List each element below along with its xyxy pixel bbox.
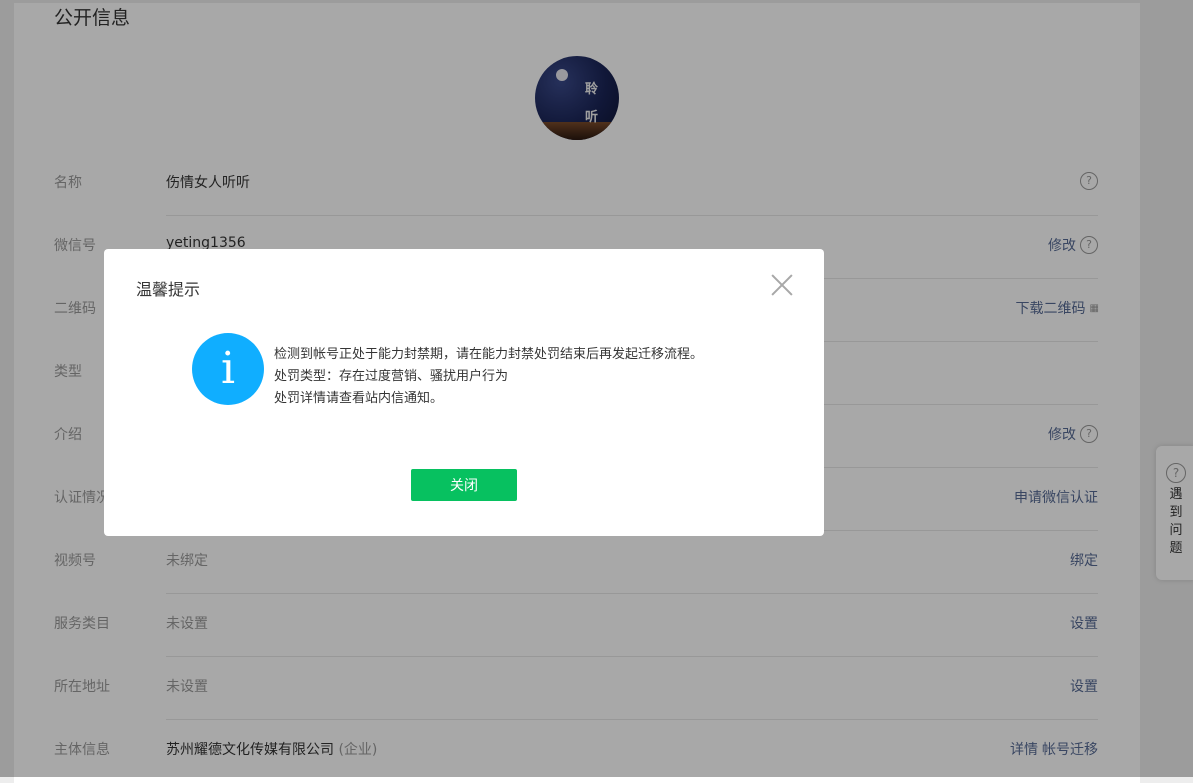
- message-line: 处罚详情请查看站内信通知。: [274, 391, 444, 406]
- message-line: 检测到帐号正处于能力封禁期，请在能力封禁处罚结束后再发起迁移流程。: [274, 347, 704, 362]
- close-button[interactable]: 关闭: [411, 469, 517, 501]
- info-icon: i: [192, 333, 264, 405]
- dialog-message: 检测到帐号正处于能力封禁期，请在能力封禁处罚结束后再发起迁移流程。 处罚类型：存…: [274, 344, 703, 410]
- message-line: 处罚类型：存在过度营销、骚扰用户行为: [274, 369, 509, 384]
- close-icon[interactable]: [770, 273, 794, 297]
- dialog-title: 温馨提示: [136, 280, 201, 299]
- notice-dialog: 温馨提示 i 检测到帐号正处于能力封禁期，请在能力封禁处罚结束后再发起迁移流程。…: [104, 249, 824, 536]
